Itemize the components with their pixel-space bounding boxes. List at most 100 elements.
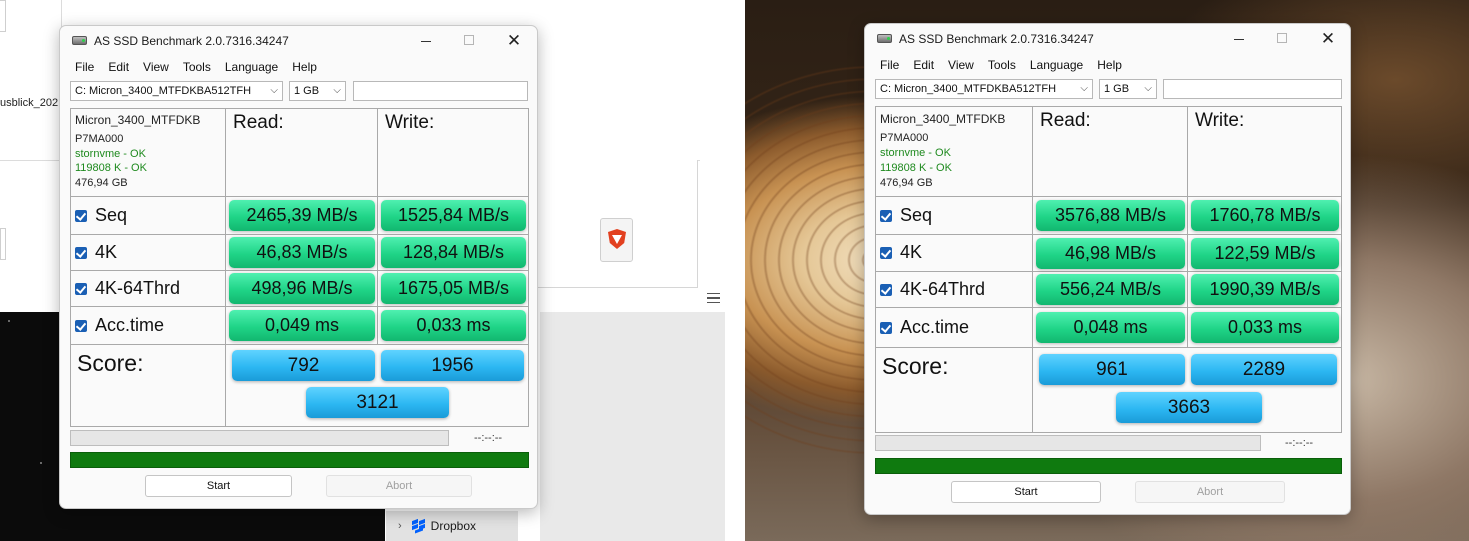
checkbox-checked-icon[interactable] <box>75 209 87 222</box>
score-read: 961 <box>1039 354 1185 385</box>
menu-view[interactable]: View <box>941 55 981 75</box>
menu-lines-icon[interactable] <box>707 293 720 303</box>
row-label-cell: Acc.time <box>71 307 226 345</box>
checkbox-checked-icon[interactable] <box>880 246 892 259</box>
menu-view[interactable]: View <box>136 57 176 77</box>
menu-language[interactable]: Language <box>218 57 285 77</box>
brave-file-icon[interactable] <box>600 218 633 262</box>
maximize-button[interactable] <box>458 31 480 51</box>
menu-tools[interactable]: Tools <box>176 57 218 77</box>
menu-tools[interactable]: Tools <box>981 55 1023 75</box>
seq-checkbox-row[interactable]: Seq <box>75 205 127 226</box>
4k-read-value: 46,83 MB/s <box>229 237 375 268</box>
explorer-tile <box>0 0 6 32</box>
acctime-write-value: 0,033 ms <box>381 310 526 341</box>
4k64-write-value: 1990,39 MB/s <box>1191 274 1339 305</box>
menu-language[interactable]: Language <box>1023 55 1090 75</box>
drive-info-cell: Micron_3400_MTFDKB P7MA000 stornvme - OK… <box>876 107 1033 197</box>
checkbox-checked-icon[interactable] <box>880 209 892 222</box>
minimize-button[interactable] <box>1228 29 1250 49</box>
results-grid: Micron_3400_MTFDKB P7MA000 stornvme - OK… <box>875 106 1342 433</box>
abort-button[interactable]: Abort <box>1135 481 1285 503</box>
write-header: Write: <box>1195 110 1245 131</box>
chevron-down-icon: ⌵ <box>1080 83 1088 94</box>
chevron-down-icon: ⌵ <box>270 85 278 96</box>
title-bar[interactable]: AS SSD Benchmark 2.0.7316.34247 ✕ <box>865 24 1350 54</box>
abort-button[interactable]: Abort <box>326 475 472 497</box>
4k64-checkbox-row[interactable]: 4K-64Thrd <box>75 278 180 299</box>
score-write: 1956 <box>381 350 524 381</box>
seq-checkbox-row[interactable]: Seq <box>880 205 932 226</box>
window-title: AS SSD Benchmark 2.0.7316.34247 <box>94 34 289 48</box>
close-button[interactable]: ✕ <box>503 31 525 51</box>
checkbox-checked-icon[interactable] <box>880 321 892 334</box>
drive-select[interactable]: C: Micron_3400_MTFDKBA512TFH ⌵ <box>875 79 1093 99</box>
elapsed-time: --:--:-- <box>474 432 503 444</box>
row-label-cell: 4K <box>71 235 226 271</box>
seq-write-value: 1525,84 MB/s <box>381 200 526 231</box>
menu-file[interactable]: File <box>873 55 906 75</box>
drive-model: Micron_3400_MTFDKB <box>880 112 1006 126</box>
driver-status: stornvme - OK <box>880 147 951 159</box>
minimize-icon <box>421 41 431 43</box>
menu-file[interactable]: File <box>68 57 101 77</box>
score-read: 792 <box>232 350 375 381</box>
chevron-right-icon: › <box>398 520 402 532</box>
alignment-status: 119808 K - OK <box>75 162 147 174</box>
acctime-checkbox-row[interactable]: Acc.time <box>880 317 969 338</box>
start-button[interactable]: Start <box>145 475 292 497</box>
close-icon: ✕ <box>1320 29 1336 48</box>
status-field[interactable] <box>353 81 528 101</box>
explorer-file-name[interactable]: usblick_202 <box>0 97 58 109</box>
acctime-read-value: 0,048 ms <box>1036 312 1185 343</box>
maximize-button[interactable] <box>1271 29 1293 49</box>
4k64-read-value: 556,24 MB/s <box>1036 274 1185 305</box>
score-label: Score: <box>77 350 144 376</box>
write-header-cell: Write: <box>1188 107 1342 197</box>
row-label-cell: Seq <box>876 197 1033 235</box>
start-button[interactable]: Start <box>951 481 1101 503</box>
explorer-tile <box>0 228 6 260</box>
checkbox-checked-icon[interactable] <box>75 319 87 332</box>
title-bar[interactable]: AS SSD Benchmark 2.0.7316.34247 ✕ <box>60 26 537 56</box>
drive-capacity: 476,94 GB <box>880 177 933 189</box>
row-label-cell: 4K <box>876 235 1033 272</box>
progress-bar-total <box>70 452 529 468</box>
checkbox-checked-icon[interactable] <box>880 283 892 296</box>
read-header: Read: <box>233 112 284 133</box>
4k-checkbox-row[interactable]: 4K <box>75 242 117 263</box>
chevron-down-icon: ⌵ <box>1144 83 1152 94</box>
seq-read-value: 2465,39 MB/s <box>229 200 375 231</box>
score-total: 3663 <box>1116 392 1262 423</box>
menu-bar: File Edit View Tools Language Help <box>873 55 1129 75</box>
checkbox-checked-icon[interactable] <box>75 246 87 259</box>
write-header: Write: <box>385 112 435 133</box>
close-button[interactable]: ✕ <box>1317 29 1339 49</box>
row-label-cell: Seq <box>71 197 226 235</box>
menu-help[interactable]: Help <box>1090 55 1129 75</box>
4k64-write-value: 1675,05 MB/s <box>381 273 526 304</box>
menu-help[interactable]: Help <box>285 57 324 77</box>
status-field[interactable] <box>1163 79 1342 99</box>
row-label-cell: 4K-64Thrd <box>876 272 1033 308</box>
drive-capacity: 476,94 GB <box>75 177 128 189</box>
gray-area <box>540 312 725 541</box>
4k64-checkbox-row[interactable]: 4K-64Thrd <box>880 279 985 300</box>
menu-edit[interactable]: Edit <box>101 57 136 77</box>
drive-select[interactable]: C: Micron_3400_MTFDKBA512TFH ⌵ <box>70 81 283 101</box>
size-select[interactable]: 1 GB ⌵ <box>289 81 346 101</box>
window-title: AS SSD Benchmark 2.0.7316.34247 <box>899 32 1094 46</box>
4k-read-value: 46,98 MB/s <box>1036 238 1185 269</box>
close-icon: ✕ <box>506 31 522 50</box>
score-total: 3121 <box>306 387 449 418</box>
as-ssd-window-2: AS SSD Benchmark 2.0.7316.34247 ✕ File E… <box>864 23 1351 515</box>
checkbox-checked-icon[interactable] <box>75 282 87 295</box>
sidebar-item-dropbox[interactable]: › Dropbox <box>386 511 518 541</box>
acctime-checkbox-row[interactable]: Acc.time <box>75 315 164 336</box>
maximize-icon <box>464 35 474 46</box>
menu-edit[interactable]: Edit <box>906 55 941 75</box>
4k-checkbox-row[interactable]: 4K <box>880 242 922 263</box>
minimize-button[interactable] <box>415 31 437 51</box>
size-select[interactable]: 1 GB ⌵ <box>1099 79 1157 99</box>
alignment-status: 119808 K - OK <box>880 162 952 174</box>
